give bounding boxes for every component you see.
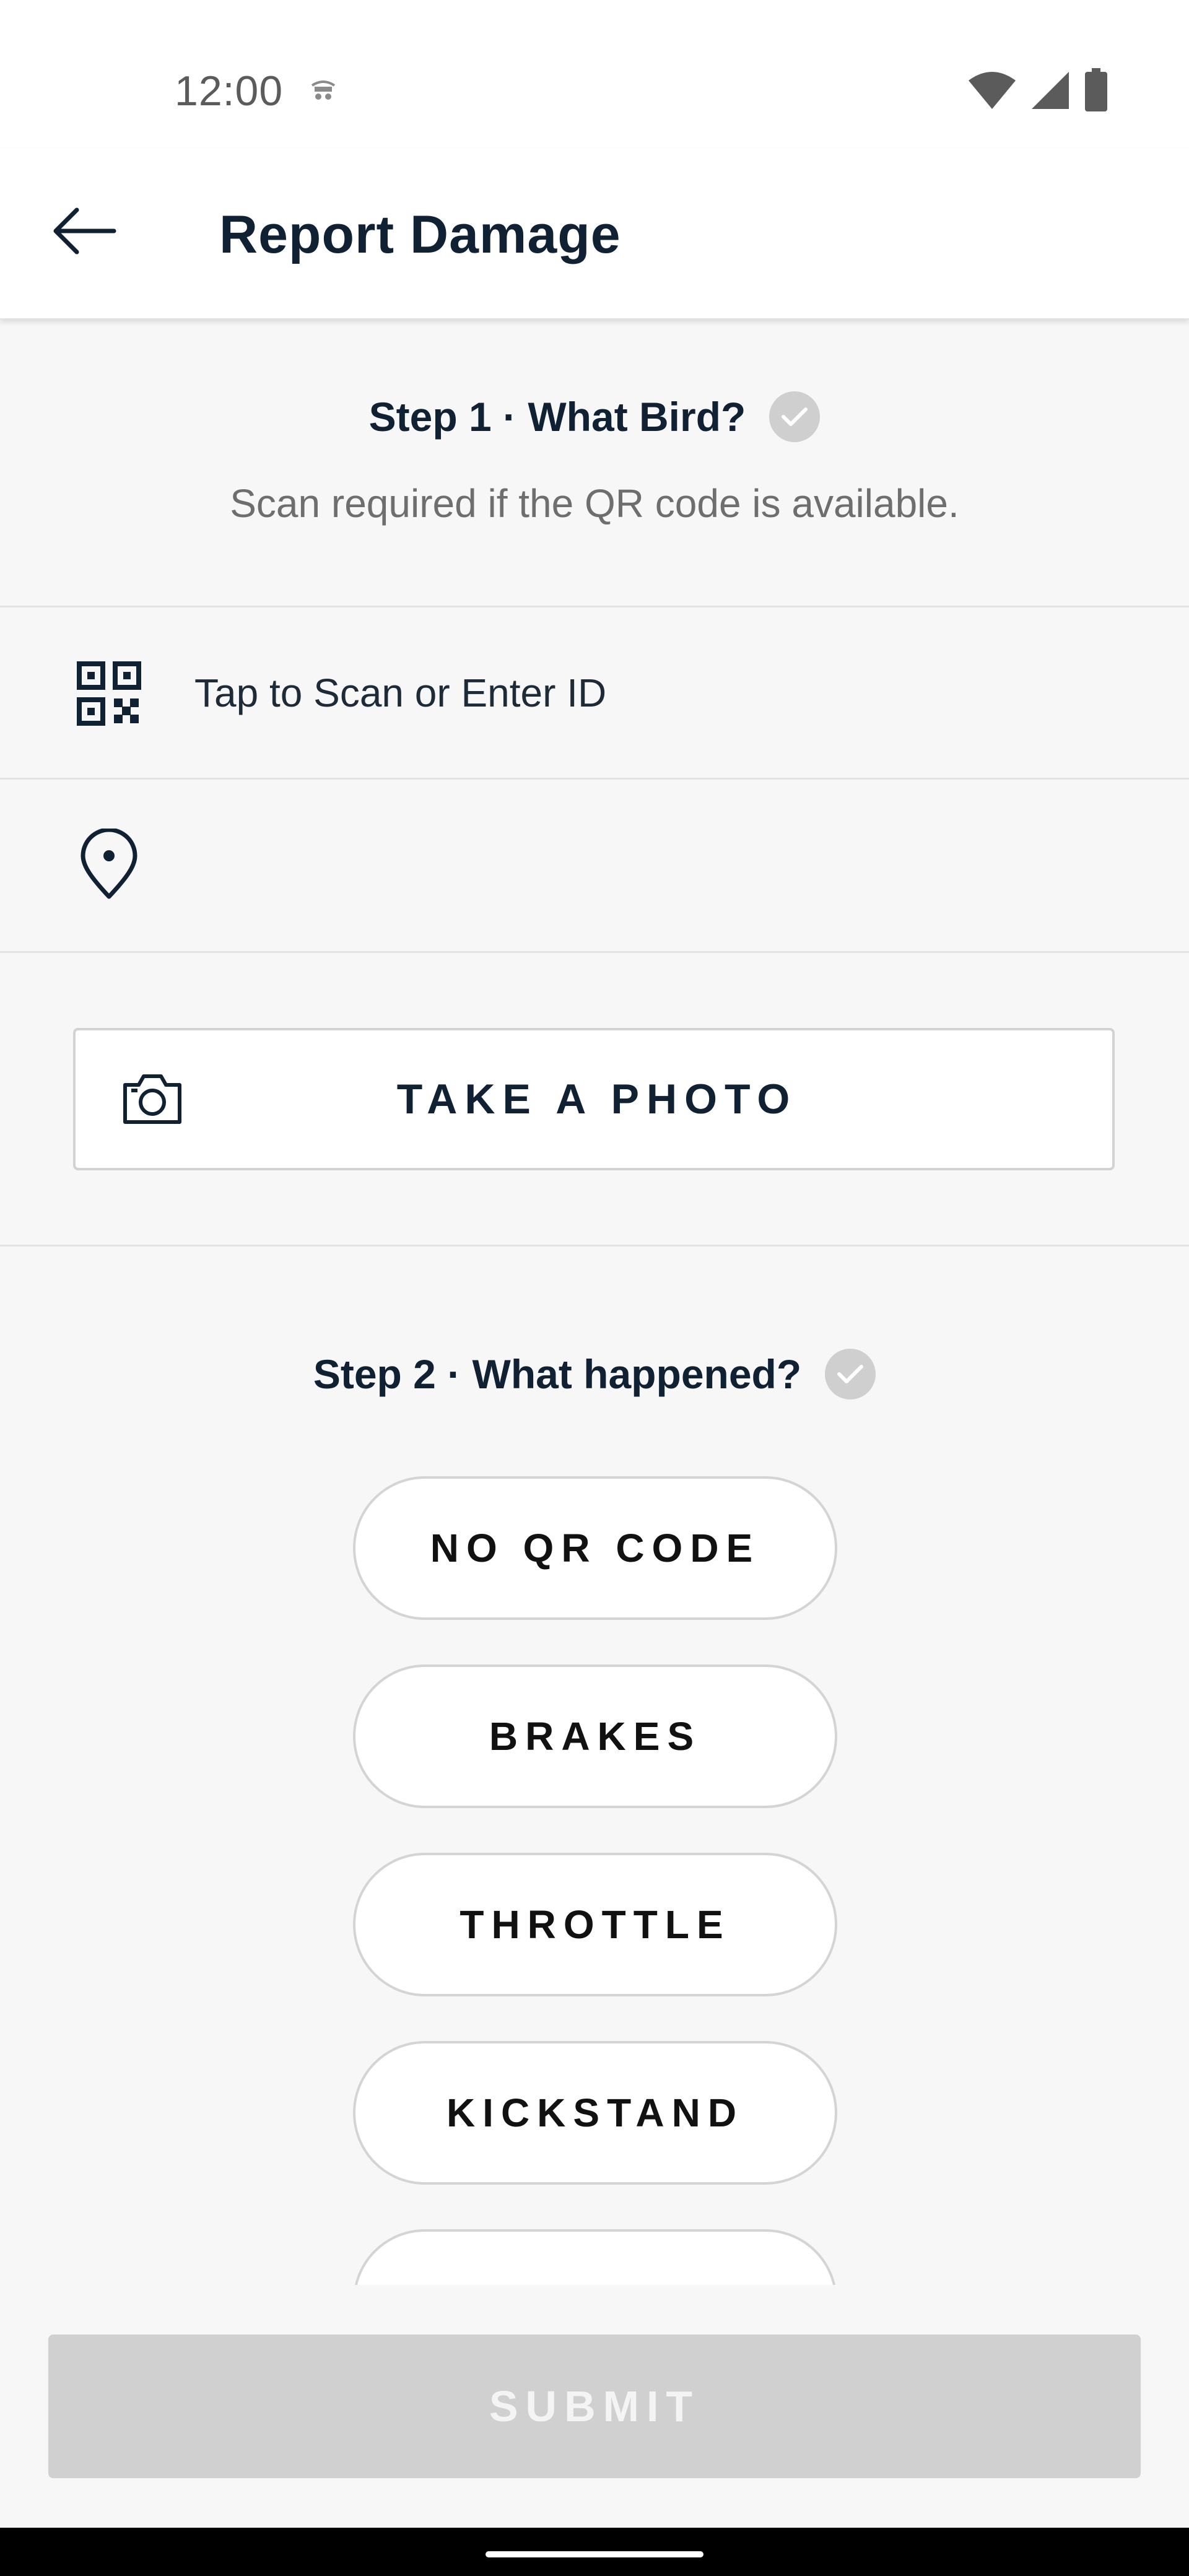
option-no-qr-code[interactable]: NO QR CODE bbox=[353, 1476, 837, 1620]
submit-button[interactable]: SUBMIT bbox=[48, 2334, 1141, 2478]
signal-icon bbox=[1030, 69, 1070, 113]
battery-icon bbox=[1084, 67, 1108, 115]
location-pin-icon bbox=[74, 829, 144, 899]
location-row[interactable] bbox=[0, 780, 1189, 951]
damage-options-list[interactable]: NO QR CODE BRAKES THROTTLE KICKSTAND bbox=[0, 1461, 1189, 2285]
step-2-title: Step 2 · What happened? bbox=[313, 1351, 802, 1397]
option-kickstand[interactable]: KICKSTAND bbox=[353, 2041, 837, 2185]
step-1-header: Step 1 · What Bird? bbox=[0, 391, 1189, 442]
wifi-icon bbox=[967, 69, 1017, 113]
page-title: Report Damage bbox=[219, 205, 621, 264]
qr-code-icon bbox=[74, 659, 144, 728]
back-button[interactable] bbox=[37, 186, 130, 279]
arrow-left-icon bbox=[50, 206, 118, 259]
divider bbox=[0, 1245, 1189, 1247]
option-brakes[interactable]: BRAKES bbox=[353, 1664, 837, 1808]
divider bbox=[0, 951, 1189, 953]
check-icon bbox=[769, 391, 821, 442]
option-throttle[interactable]: THROTTLE bbox=[353, 1853, 837, 1996]
divider bbox=[0, 778, 1189, 780]
home-gesture-handle[interactable] bbox=[486, 2551, 703, 2557]
step-2-header: Step 2 · What happened? bbox=[0, 1349, 1189, 1399]
step-1-subtitle: Scan required if the QR code is availabl… bbox=[230, 481, 959, 526]
check-icon bbox=[825, 1349, 876, 1399]
scan-row-label: Tap to Scan or Enter ID bbox=[194, 671, 607, 715]
status-icons bbox=[967, 67, 1108, 115]
scan-row[interactable]: Tap to Scan or Enter ID bbox=[0, 608, 1189, 779]
take-photo-button[interactable]: TAKE A PHOTO bbox=[73, 1028, 1115, 1170]
divider bbox=[0, 606, 1189, 607]
status-time: 12:00 bbox=[175, 67, 284, 115]
step-1-title: Step 1 · What Bird? bbox=[368, 394, 746, 440]
take-photo-label: TAKE A PHOTO bbox=[396, 1076, 798, 1123]
option-partial[interactable] bbox=[353, 2229, 837, 2285]
bird-app-icon bbox=[306, 73, 341, 108]
